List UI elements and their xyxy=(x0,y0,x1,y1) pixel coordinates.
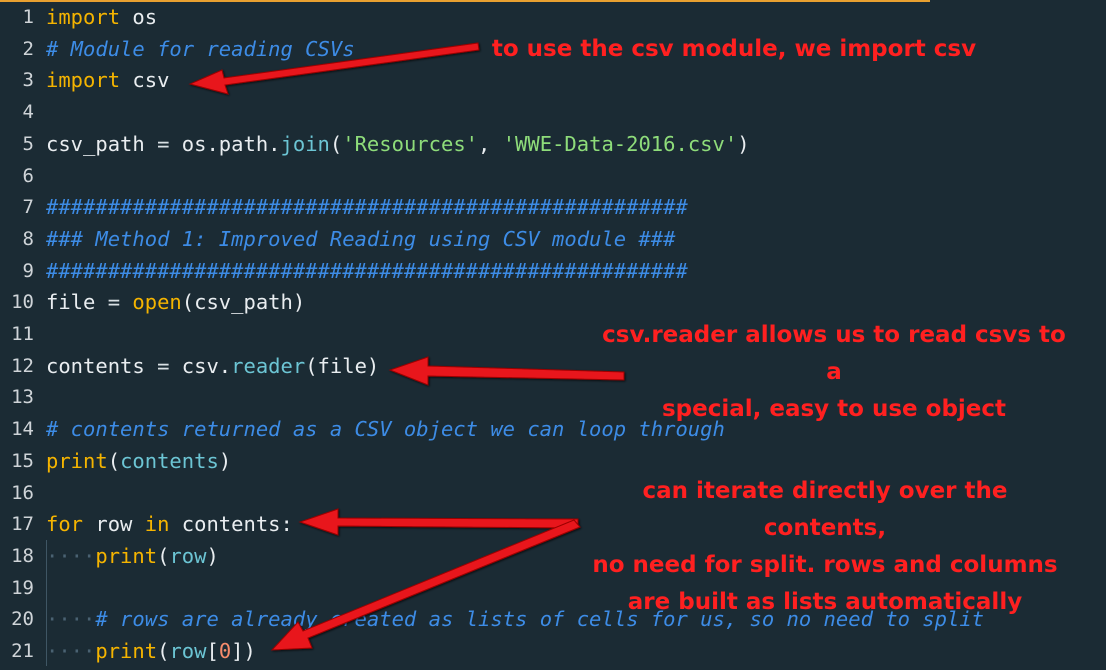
arrow-reader xyxy=(388,356,625,386)
arrow-import xyxy=(188,42,480,95)
annotation-reader: csv.reader allows us to read csvs to a s… xyxy=(594,317,1074,428)
annotation-iterate: can iterate directly over the contents, … xyxy=(578,473,1072,621)
annotation-iterate-line-3: are built as lists automatically xyxy=(627,589,1023,615)
annotation-iterate-line-2: no need for split. rows and columns xyxy=(592,552,1058,578)
annotation-reader-line-1: csv.reader allows us to read csvs to a xyxy=(602,322,1066,385)
annotation-import: to use the csv module, we import csv xyxy=(490,31,978,68)
annotation-reader-line-2: special, easy to use object xyxy=(661,396,1007,422)
annotation-iterate-line-1: can iterate directly over the contents, xyxy=(642,478,1008,541)
arrow-for-loop xyxy=(298,508,579,536)
arrow-print-row xyxy=(270,519,581,651)
annotation-import-text: to use the csv module, we import csv xyxy=(491,36,977,62)
